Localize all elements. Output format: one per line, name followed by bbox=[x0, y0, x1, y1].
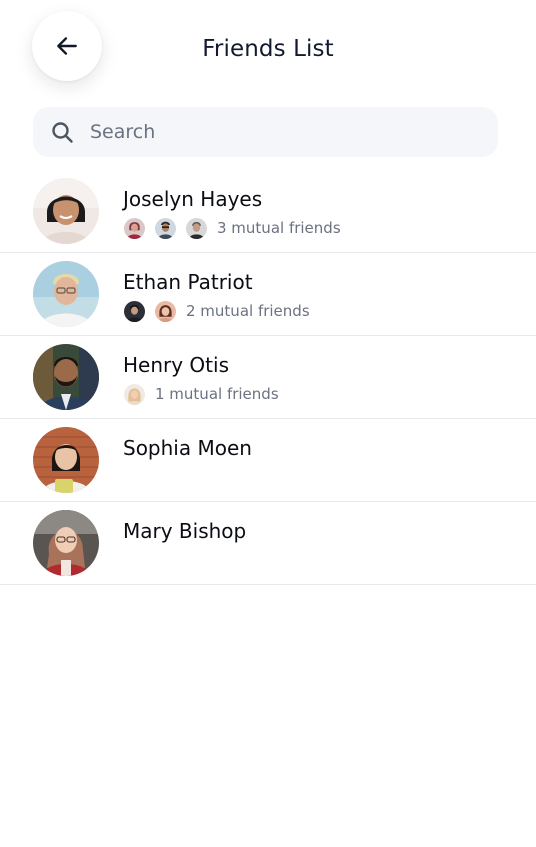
friend-row[interactable]: Henry Otis 1 mutual friends bbox=[0, 336, 536, 419]
friends-list-screen: Friends List Jos bbox=[0, 0, 536, 847]
friend-name: Henry Otis bbox=[123, 353, 229, 377]
mutual-friends-count: 2 mutual friends bbox=[186, 302, 310, 320]
avatar bbox=[33, 510, 99, 576]
friend-row[interactable]: Sophia Moen bbox=[0, 419, 536, 502]
mutual-avatar bbox=[123, 382, 146, 406]
friend-name: Ethan Patriot bbox=[123, 270, 253, 294]
page-title: Friends List bbox=[202, 36, 334, 62]
friend-row[interactable]: Mary Bishop bbox=[0, 502, 536, 585]
mutual-avatar bbox=[185, 216, 208, 240]
mutual-friends-count: 1 mutual friends bbox=[155, 385, 279, 403]
mutual-avatar bbox=[154, 299, 177, 323]
avatar bbox=[33, 178, 99, 244]
mutual-friends: 3 mutual friends bbox=[123, 216, 341, 240]
friend-list: Joselyn Hayes 3 mutual friends Ethan Pat… bbox=[0, 170, 536, 585]
friend-name: Sophia Moen bbox=[123, 436, 252, 460]
mutual-avatar bbox=[123, 216, 146, 240]
search-icon bbox=[50, 120, 74, 144]
avatar bbox=[33, 427, 99, 493]
avatar bbox=[33, 261, 99, 327]
mutual-friends: 1 mutual friends bbox=[123, 382, 279, 406]
search-input[interactable] bbox=[90, 107, 498, 157]
friend-name: Joselyn Hayes bbox=[123, 187, 263, 211]
avatar bbox=[33, 344, 99, 410]
search-bar[interactable] bbox=[33, 107, 498, 157]
mutual-friends: 2 mutual friends bbox=[123, 299, 310, 323]
friend-row[interactable]: Ethan Patriot 2 mutual friends bbox=[0, 253, 536, 336]
friend-row[interactable]: Joselyn Hayes 3 mutual friends bbox=[0, 170, 536, 253]
mutual-avatar bbox=[154, 216, 177, 240]
mutual-friends-count: 3 mutual friends bbox=[217, 219, 341, 237]
friend-name: Mary Bishop bbox=[123, 519, 247, 543]
mutual-avatar bbox=[123, 299, 146, 323]
